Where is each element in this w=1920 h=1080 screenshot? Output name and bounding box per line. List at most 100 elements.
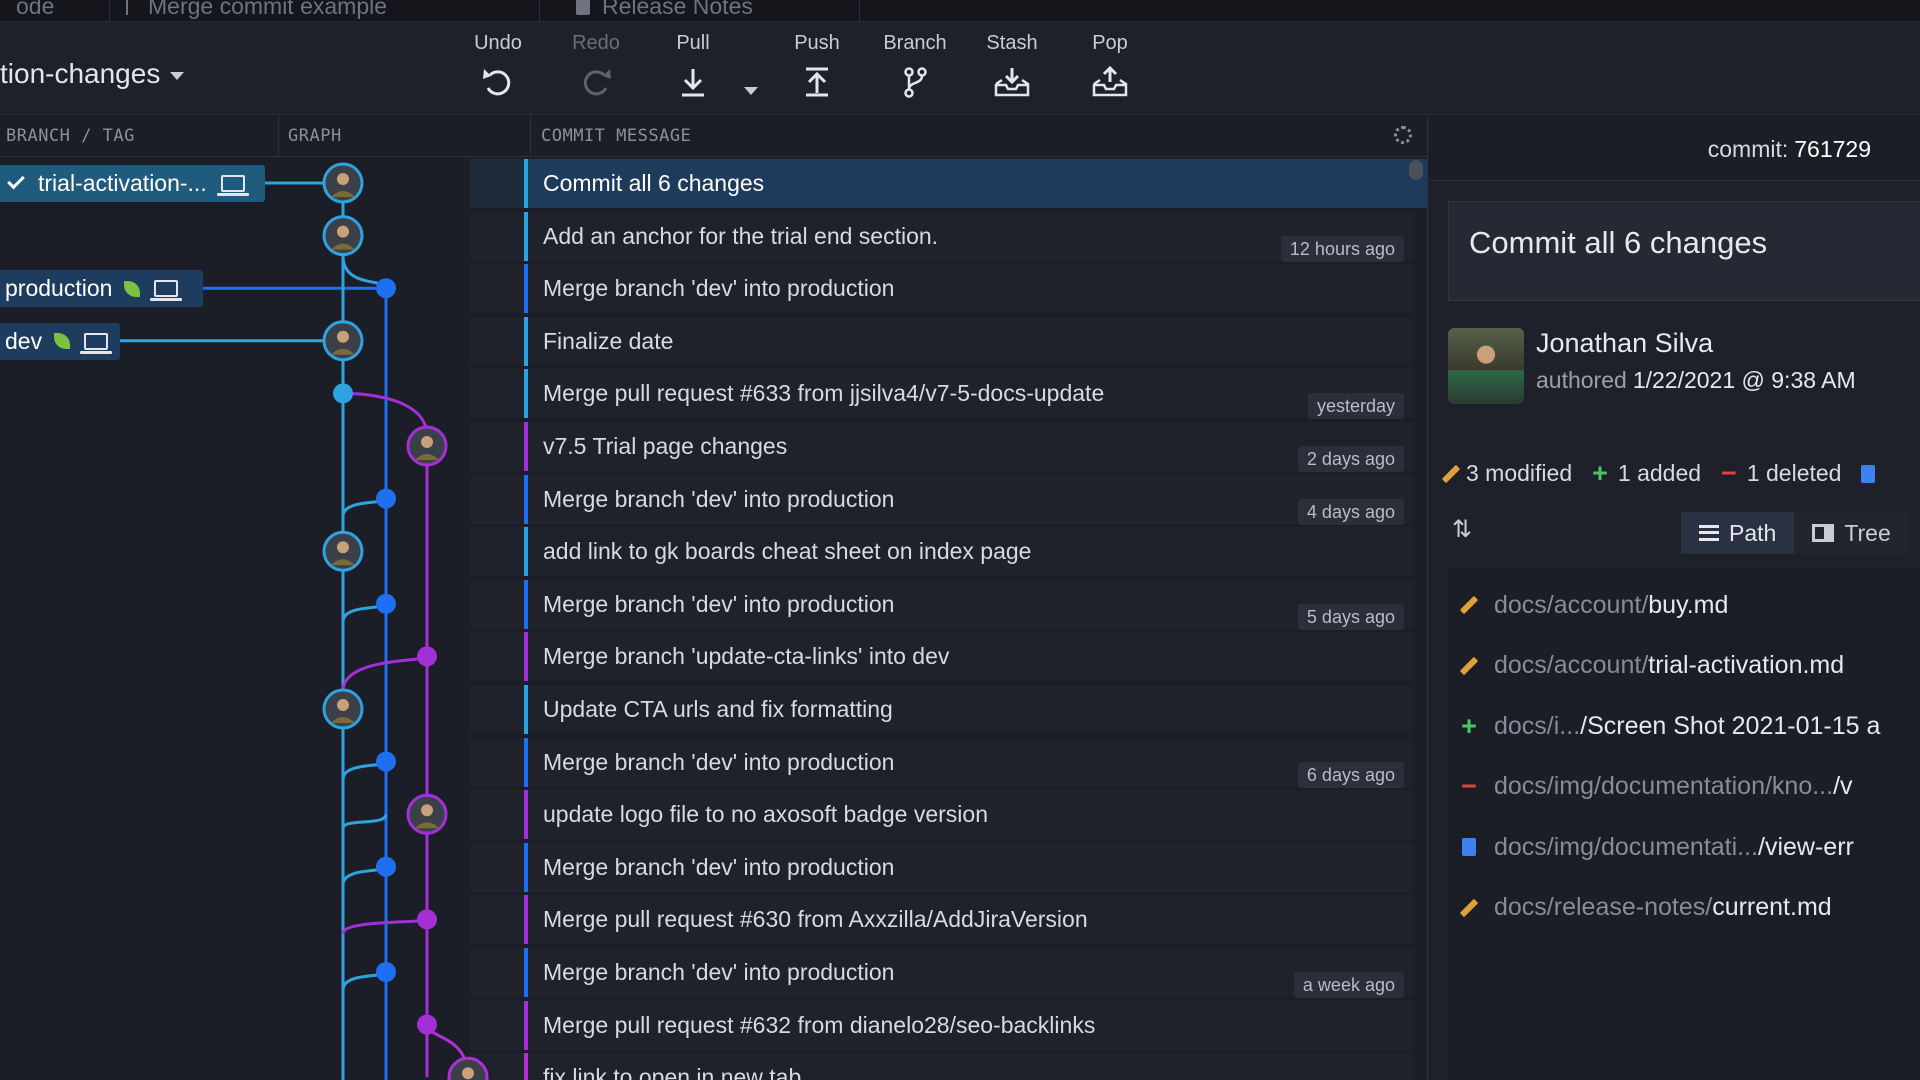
upload-icon [806,67,828,97]
column-graph[interactable]: GRAPH [288,126,342,146]
commit-summary-box[interactable]: Commit all 6 changes [1448,201,1920,301]
commit-row[interactable]: add link to gk boards cheat sheet on ind… [0,525,1427,578]
tab-merge-commit-example[interactable]: Merge commit example [110,0,540,22]
leaf-icon [124,280,141,297]
commit-row[interactable]: Merge branch 'dev' into production 5 days… [0,578,1427,631]
commit-message: update logo file to no axosoft badge ver… [543,801,988,828]
commit-id-label: commit: [1707,136,1789,162]
commit-row[interactable]: Merge pull request #630 from Axxzilla/Ad… [0,893,1427,946]
lane-color-bar [524,895,528,945]
lane-color-bar [524,316,528,366]
commit-row[interactable]: Merge branch 'dev' into production a week… [0,946,1427,999]
push-label: Push [794,32,840,54]
tree-view-button[interactable]: Tree [1794,512,1909,554]
column-branch-tag[interactable]: BRANCH / TAG [6,126,135,146]
change-stats: 3 modified +1 added −1 deleted [1441,458,1876,488]
changed-file-row[interactable]: docs/release-notes/current.md [1448,888,1920,928]
tab-label: ode [16,0,55,19]
changed-file-row[interactable]: + docs/i... /Screen Shot 2021-01-15 a [1448,706,1920,746]
changed-file-row[interactable]: − docs/img/documentation/kno... /v [1448,767,1920,807]
deleted-label: 1 deleted [1746,460,1842,486]
branch-label-current[interactable]: trial-activation-... [0,165,265,202]
commit-row[interactable]: Finalize date [0,315,1427,368]
lane-color-bar [524,474,528,524]
commit-id[interactable]: commit: 761729 [1708,136,1871,163]
column-divider[interactable] [530,115,531,157]
push-button[interactable]: Push [777,32,857,98]
commit-row[interactable]: Merge branch 'dev' into production [0,841,1427,894]
pull-label: Pull [676,32,710,54]
commit-time-badge: 2 days ago [1297,446,1404,472]
branch-name: production [5,275,113,302]
commit-row[interactable]: Merge branch 'dev' into production 6 days… [0,736,1427,789]
file-name: trial-activation.md [1648,651,1845,679]
stash-button[interactable]: Stash [972,32,1052,98]
commit-time-badge: 5 days ago [1297,603,1404,630]
branch-button[interactable]: Branch [875,32,955,98]
laptop-icon [216,175,249,196]
file-name: /v [1833,772,1853,800]
file-path: docs/img/documentati... [1494,832,1759,861]
tab-label: Merge commit example [148,0,388,19]
scrollbar-thumb[interactable] [1409,160,1423,180]
branch-label-ref[interactable]: dev [0,322,120,360]
pencil-icon [1459,656,1479,675]
commit-row[interactable]: Add an anchor for the trial end section.… [0,210,1427,263]
changed-file-row[interactable]: docs/account/trial-activation.md [1448,646,1920,686]
git-icon [126,0,128,15]
sort-az-icon[interactable]: ⇅ [1452,515,1472,543]
pencil-icon [1459,595,1479,615]
author-avatar [1448,328,1524,404]
path-view-button[interactable]: Path [1681,512,1795,554]
commit-row[interactable]: Merge pull request #632 from dianelo28/s… [0,999,1427,1052]
redo-button[interactable]: Redo [556,32,636,98]
tab-code[interactable]: ode [0,0,110,22]
file-status-icon: − [1452,773,1486,800]
gear-icon[interactable] [1394,126,1412,144]
undo-label: Undo [474,32,522,54]
file-status-icon [1452,656,1486,676]
file-name: buy.md [1648,590,1729,619]
commit-time-badge: yesterday [1307,393,1404,420]
file-name: /Screen Shot 2021-01-15 a [1580,711,1881,740]
column-divider[interactable] [278,115,279,157]
commit-message: Merge pull request #632 from dianelo28/s… [543,1011,1096,1038]
commit-row[interactable]: update logo file to no axosoft badge ver… [0,788,1427,841]
branch-name: trial-activation-... [38,170,207,196]
plus-icon: + [1592,458,1608,488]
file-path: docs/account/ [1494,651,1649,679]
column-commit-message[interactable]: COMMIT MESSAGE [541,126,691,146]
branch-selector[interactable]: tion-changes [0,58,185,90]
commit-time-badge: 12 hours ago [1280,235,1404,262]
commit-message: Update CTA urls and fix formatting [543,696,893,722]
lane-color-bar [524,790,528,840]
file-status-icon [1452,898,1486,918]
commit-row[interactable]: fix link to open in new tab [0,1051,1427,1080]
commit-sha: 761729 [1794,136,1871,162]
undo-button[interactable]: Undo [458,32,538,98]
lane-color-bar [524,264,528,314]
branch-label-ref[interactable]: production [0,270,203,308]
changed-file-row[interactable]: docs/img/documentati... /view-err [1448,827,1920,867]
commit-detail-panel: commit: 761729 Commit all 6 changes Jonat… [1427,115,1920,1080]
commit-row[interactable]: Update CTA urls and fix formatting [0,683,1427,736]
tab-release-notes[interactable]: Release Notes [560,0,860,22]
pull-button[interactable]: Pull [653,32,733,98]
commit-row[interactable]: Merge pull request #633 from jjsilva4/v7… [0,367,1427,420]
file-name: current.md [1712,893,1832,921]
commit-row[interactable]: v7.5 Trial page changes 2 days ago [0,420,1427,473]
download-icon [682,69,704,97]
stash-label: Stash [986,32,1038,54]
lane-color-bar [524,948,528,997]
changed-file-row[interactable]: docs/account/buy.md [1448,585,1920,625]
commit-row[interactable]: Merge branch 'update-cta-links' into dev [0,630,1427,683]
commit-message: Merge pull request #633 from jjsilva4/v7… [543,380,1105,407]
author-name: Jonathan Silva [1536,328,1714,358]
file-path: docs/img/documentation/kno... [1494,772,1834,800]
commit-message: Merge pull request #630 from Axxzilla/Ad… [543,906,1088,933]
commit-row[interactable]: Merge branch 'dev' into production 4 days… [0,473,1427,526]
pop-button[interactable]: Pop [1070,32,1150,98]
minus-icon: − [1721,458,1737,488]
pull-options-chevron-icon[interactable] [744,87,758,95]
commit-row[interactable]: Merge branch 'dev' into production [0,262,1427,315]
